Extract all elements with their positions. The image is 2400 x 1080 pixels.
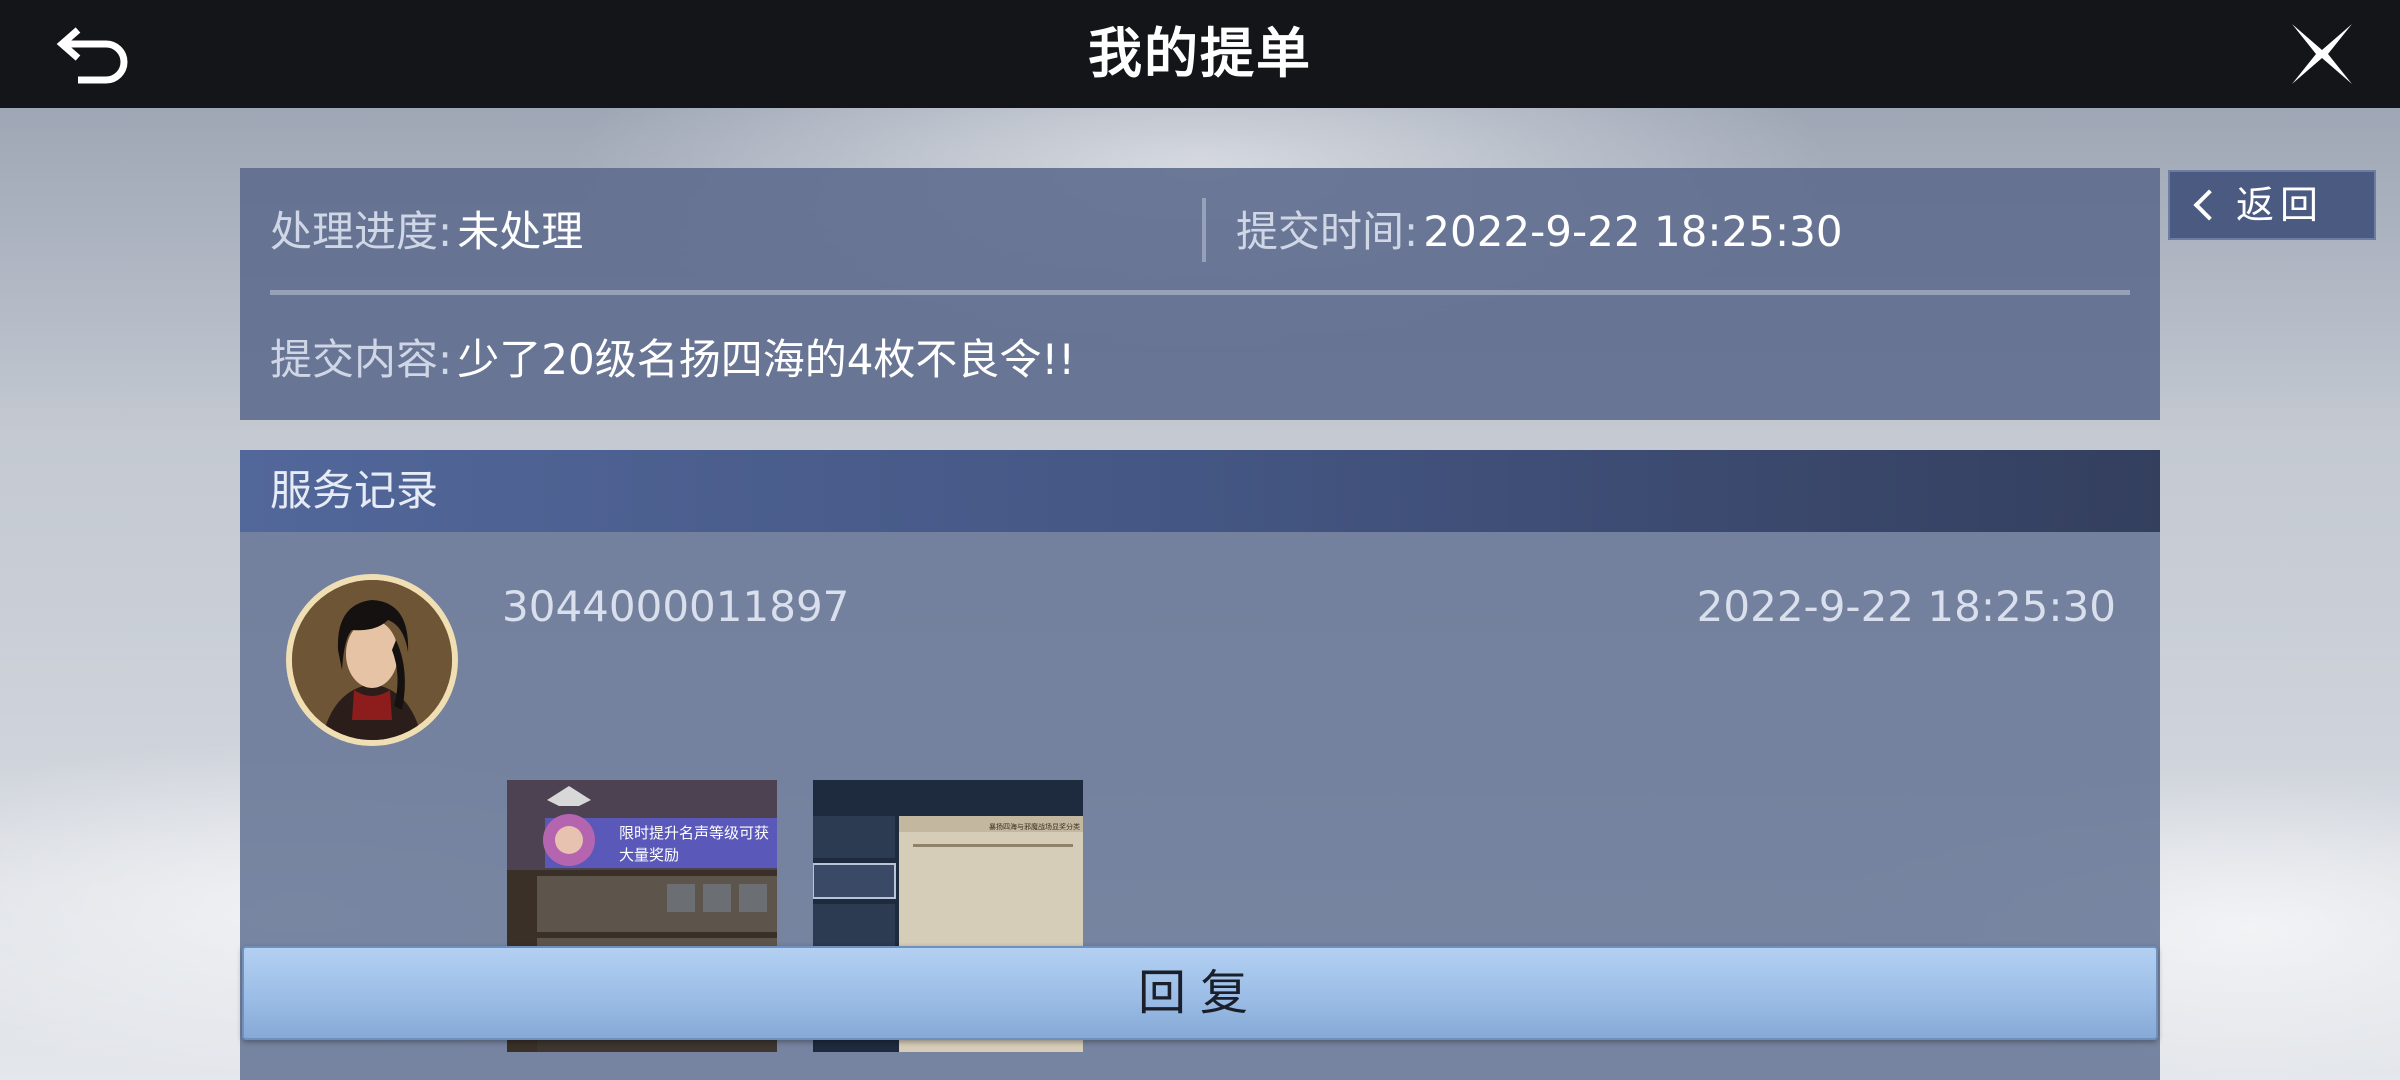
reply-button[interactable]: 回复 bbox=[242, 946, 2158, 1040]
record-time: 2022-9-22 18:25:30 bbox=[1696, 582, 2116, 631]
service-record-header: 服务记录 bbox=[240, 450, 2160, 532]
status-label: 处理进度: bbox=[270, 207, 453, 256]
status-row: 处理进度: 未处理 bbox=[270, 202, 583, 262]
content-label: 提交内容: bbox=[270, 335, 453, 384]
ticket-info-panel: 处理进度: 未处理 提交时间: 2022-9-22 18:25:30 提交内容:… bbox=[240, 168, 2160, 420]
return-button-label: 返回 bbox=[2236, 183, 2325, 227]
close-x-icon[interactable] bbox=[2288, 20, 2356, 88]
thumbnail-2-line-1: 暴扬四海与邪魔战场显奖分类 bbox=[989, 822, 1080, 831]
user-id: 3044000011897 bbox=[502, 582, 850, 631]
top-bar: 我的提单 bbox=[0, 0, 2400, 108]
return-button[interactable]: 返回 bbox=[2168, 170, 2376, 240]
service-record-title: 服务记录 bbox=[270, 466, 439, 515]
avatar-portrait-icon bbox=[292, 580, 452, 740]
content-value: 少了20级名扬四海的4枚不良令!! bbox=[457, 335, 1076, 384]
submit-time-row: 提交时间: 2022-9-22 18:25:30 bbox=[1236, 202, 1843, 262]
content-row: 提交内容: 少了20级名扬四海的4枚不良令!! bbox=[270, 330, 1075, 390]
submit-time-value: 2022-9-22 18:25:30 bbox=[1423, 207, 1843, 256]
avatar bbox=[286, 574, 458, 746]
thumbnail-1-line-2: 大量奖励 bbox=[619, 846, 679, 864]
chevron-left-icon bbox=[2193, 189, 2225, 221]
page-title: 我的提单 bbox=[1088, 22, 1312, 85]
submit-time-label: 提交时间: bbox=[1236, 207, 1419, 256]
vertical-divider bbox=[1202, 198, 1206, 262]
thumbnail-1-line-1: 限时提升名声等级可获 bbox=[619, 824, 769, 842]
horizontal-divider bbox=[270, 290, 2130, 295]
status-value: 未处理 bbox=[457, 207, 584, 256]
